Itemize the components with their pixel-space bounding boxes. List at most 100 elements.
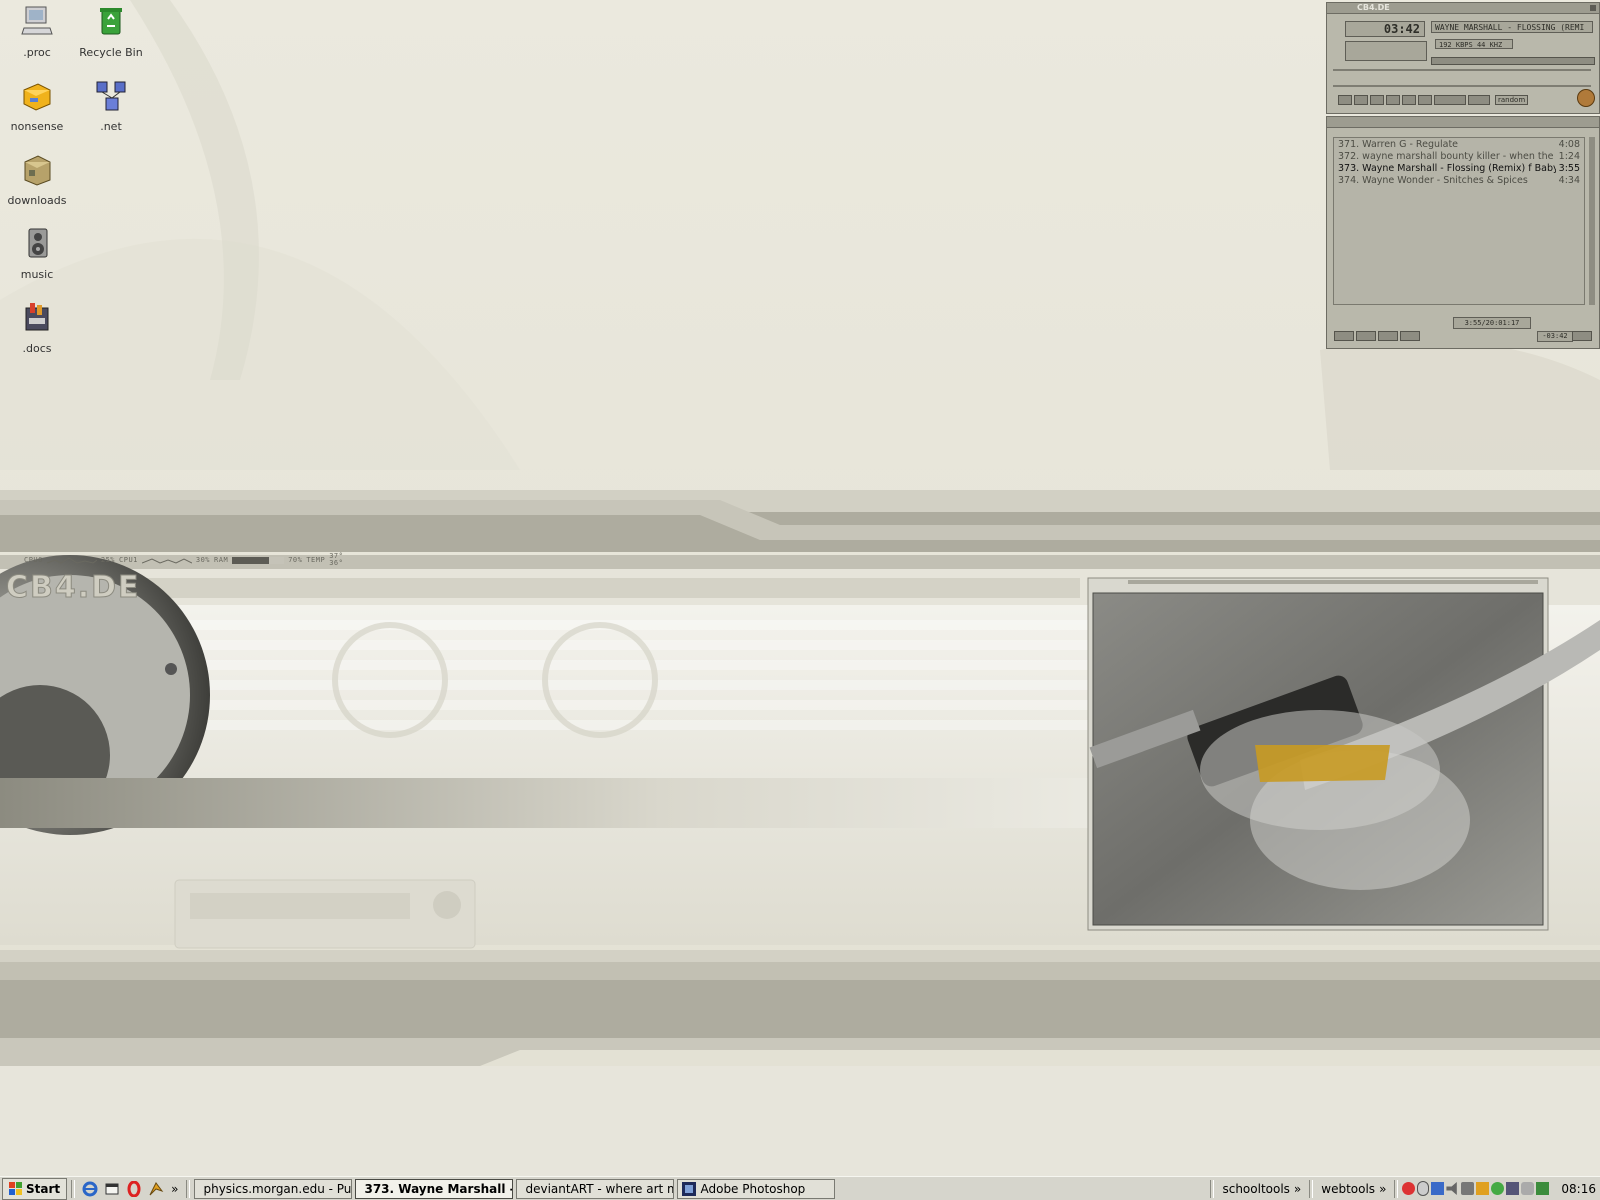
system-monitor: CPU0 25% CPU1 30% RAM 70% TEMP 37° 36° [24, 553, 343, 567]
mouse-icon[interactable] [1417, 1181, 1430, 1196]
stop-button[interactable] [1386, 95, 1400, 105]
pl-select-button[interactable] [1378, 331, 1398, 341]
ram-bar-fill [232, 556, 269, 564]
winamp-song-title[interactable]: WAYNE MARSHALL - FLOSSING (REMI [1431, 21, 1593, 33]
messenger-icon[interactable] [1491, 1182, 1505, 1195]
pl-misc-button[interactable] [1400, 331, 1420, 341]
schooltools-chevron-icon[interactable]: » [1294, 1182, 1301, 1196]
temp-label: TEMP [306, 556, 326, 564]
cpu0-graph [46, 557, 97, 564]
winamp-playlist-window[interactable]: 371. Warren G - Regulate 4:08 372. wayne … [1326, 116, 1600, 349]
playlist-scrollbar[interactable] [1589, 137, 1595, 305]
desktop-icon-nonsense[interactable]: nonsense [2, 78, 72, 133]
start-button[interactable]: Start [2, 1177, 68, 1200]
next-button[interactable] [1402, 95, 1416, 105]
documents-icon [25, 303, 49, 331]
play-button[interactable] [1354, 95, 1368, 105]
ie-icon[interactable] [82, 1181, 98, 1197]
start-label: Start [26, 1181, 61, 1196]
winamp-quicklaunch-icon[interactable] [148, 1181, 164, 1197]
help-icon[interactable] [1402, 1182, 1416, 1195]
temp-value-2: 36° [329, 559, 344, 567]
desktop-icon-label: Recycle Bin [79, 46, 143, 59]
cpu1-graph [141, 558, 192, 564]
winamp-visualizer[interactable] [1345, 41, 1427, 61]
random-button[interactable]: random [1495, 95, 1529, 105]
toolbar-webtools[interactable]: webtools [1321, 1182, 1375, 1196]
task-winamp[interactable]: 373. Wayne Marshall -... [355, 1178, 514, 1199]
ram-label: RAM [214, 556, 229, 564]
close-icon[interactable] [1590, 5, 1596, 11]
cpu1-value: 30% [195, 556, 211, 564]
volume-slider[interactable] [1434, 95, 1466, 105]
taskbar-separator [1309, 1179, 1314, 1198]
volume-icon[interactable] [1446, 1182, 1457, 1195]
winamp-mascot-icon[interactable] [1577, 89, 1595, 107]
desktop-icon-music[interactable]: music [2, 226, 72, 281]
winamp-brand: CB4.DE [1357, 3, 1390, 12]
previous-button[interactable] [1338, 95, 1352, 105]
computer-icon [21, 6, 53, 35]
desktop-icon-recycle-bin[interactable]: Recycle Bin [76, 4, 146, 59]
playlist-titlebar[interactable] [1327, 117, 1599, 128]
playlist-item-current[interactable]: 373. Wayne Marshall - Flossing (Remix) f… [1334, 163, 1584, 175]
ram-value: 70% [288, 556, 303, 564]
winamp-main-window[interactable]: CB4.DE 03:42 WAYNE MARSHALL - FLOSSING (… [1326, 2, 1600, 114]
playlist-list[interactable]: 371. Warren G - Regulate 4:08 372. wayne … [1333, 137, 1585, 305]
cpu1-label: CPU1 [119, 556, 138, 564]
show-desktop-icon[interactable] [104, 1181, 120, 1197]
winamp-titlebar[interactable]: CB4.DE [1327, 3, 1599, 14]
taskbar-separator [1394, 1179, 1399, 1198]
system-tray: 08:16 [1402, 1181, 1600, 1196]
winamp-controls: random [1337, 95, 1529, 105]
lock-icon[interactable] [1461, 1182, 1475, 1195]
winamp-time-display[interactable]: 03:42 [1345, 21, 1425, 37]
cpu0-value: 25% [100, 556, 116, 564]
desktop-icon-downloads[interactable]: downloads [2, 152, 72, 207]
network-tray-icon[interactable] [1431, 1182, 1445, 1195]
clock[interactable]: 08:16 [1561, 1182, 1596, 1196]
seek-bar[interactable] [1431, 57, 1595, 65]
quicklaunch-chevron-icon[interactable]: » [171, 1182, 178, 1196]
pl-remove-button[interactable] [1356, 331, 1376, 341]
winamp-bitrate: 192 KBPS 44 KHZ [1435, 39, 1513, 49]
monitor-icon[interactable] [1536, 1182, 1550, 1195]
toolbar-schooltools[interactable]: schooltools [1222, 1182, 1289, 1196]
winamp-deco-rail [1333, 69, 1591, 87]
playlist-item[interactable]: 374. Wayne Wonder - Snitches & Spices 4:3… [1334, 175, 1584, 187]
desktop-icon-net[interactable]: .net [76, 78, 146, 133]
playlist-remaining-time: -03:42 [1537, 331, 1573, 342]
wallpaper-logo: CB4.DE [6, 570, 141, 606]
playlist-buttons [1333, 331, 1421, 341]
taskbar-separator [1210, 1179, 1215, 1198]
task-photoshop[interactable]: Adobe Photoshop [677, 1178, 836, 1199]
desktop-icon-docs[interactable]: .docs [2, 300, 72, 355]
opera-icon[interactable] [126, 1180, 142, 1197]
taskbar: Start » physics.morgan.edu - Pu... 373. … [0, 1176, 1600, 1200]
playlist-item[interactable]: 372. wayne marshall bounty killer - when… [1334, 151, 1584, 163]
display-icon[interactable] [1506, 1182, 1520, 1195]
photoshop-icon [682, 1181, 697, 1196]
desktop-icon-proc[interactable]: .proc [2, 4, 72, 59]
playlist-item[interactable]: 371. Warren G - Regulate 4:08 [1334, 139, 1584, 151]
task-deviantart[interactable]: deviantART - where art m... [516, 1178, 675, 1199]
taskbar-separator [186, 1179, 191, 1198]
eject-button[interactable] [1418, 95, 1432, 105]
pause-button[interactable] [1370, 95, 1384, 105]
windows-logo-icon [9, 1181, 22, 1195]
pl-add-button[interactable] [1334, 331, 1354, 341]
webtools-chevron-icon[interactable]: » [1379, 1182, 1386, 1196]
desktop-icon-label: nonsense [10, 120, 64, 133]
task-putty[interactable]: physics.morgan.edu - Pu... [194, 1178, 353, 1199]
cpu0-label: CPU0 [24, 556, 43, 564]
recycle-bin-icon [100, 8, 122, 35]
briefcase-icon [23, 83, 51, 111]
desktop-icon-label: downloads [7, 194, 67, 207]
network-icon [96, 81, 126, 111]
chat-icon[interactable] [1521, 1182, 1535, 1195]
balance-slider[interactable] [1468, 95, 1490, 105]
tray-app-icon[interactable] [1476, 1182, 1490, 1195]
package-icon [24, 155, 51, 186]
pl-list-button[interactable] [1572, 331, 1592, 341]
speaker-icon [28, 228, 48, 258]
